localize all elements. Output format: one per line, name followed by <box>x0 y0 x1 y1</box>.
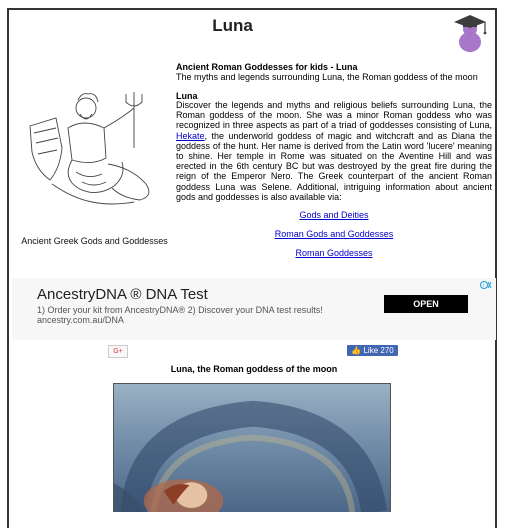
ad-url: ancestry.com.au/DNA <box>37 315 124 325</box>
roman-gods-and-goddesses-link[interactable]: Roman Gods and Goddesses <box>176 229 492 239</box>
ad-choices-icon[interactable]: i <box>480 280 492 290</box>
facebook-like-button[interactable]: 👍 Like 270 <box>347 345 398 356</box>
neptune-figure-icon <box>29 92 150 205</box>
body-text-start: Discover the legends and myths and relig… <box>176 100 492 131</box>
graduation-cap-icon <box>454 15 487 52</box>
picture-caption: Luna, the Roman goddess of the moon <box>170 364 338 374</box>
ad-description: 1) Order your kit from AncestryDNA® 2) D… <box>37 305 323 315</box>
ad-open-button[interactable]: OPEN <box>384 295 468 313</box>
intro-heading: Ancient Roman Goddesses for kids - Luna <box>176 62 358 72</box>
article-body: Discover the legends and myths and relig… <box>176 100 492 202</box>
intro-subheading: The myths and legends surrounding Luna, … <box>176 72 478 82</box>
body-text-end: , the underworld goddess of magic and wi… <box>176 130 492 202</box>
roman-goddesses-link[interactable]: Roman Goddesses <box>176 248 492 258</box>
hekate-link[interactable]: Hekate <box>176 131 205 141</box>
gods-and-deities-link[interactable]: Gods and Deities <box>176 210 492 220</box>
svg-text:i: i <box>483 283 484 289</box>
page-title: Luna <box>212 16 253 35</box>
google-plus-button[interactable]: G+ <box>108 345 128 358</box>
luna-painting-image <box>113 383 391 512</box>
advertisement[interactable]: AncestryDNA ® DNA Test 1) Order your kit… <box>12 278 496 340</box>
ad-title[interactable]: AncestryDNA ® DNA Test <box>37 286 208 303</box>
figure-caption: Ancient Greek Gods and Goddesses <box>21 236 168 246</box>
